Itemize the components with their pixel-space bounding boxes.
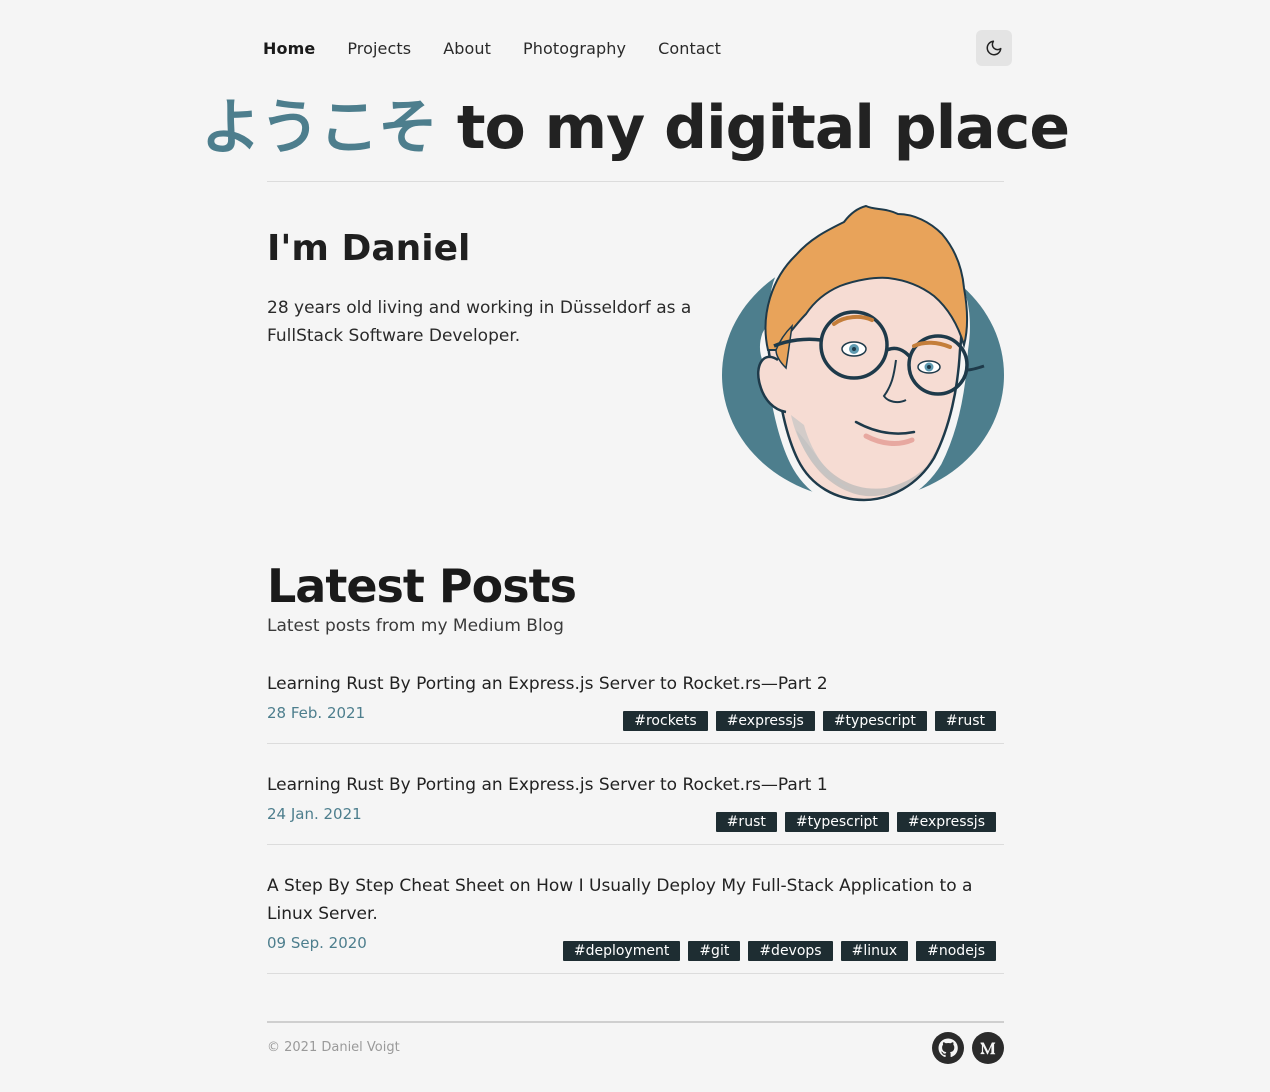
- post-item: A Step By Step Cheat Sheet on How I Usua…: [267, 872, 1004, 974]
- post-title-link[interactable]: A Step By Step Cheat Sheet on How I Usua…: [267, 872, 1004, 928]
- tag[interactable]: #rockets: [623, 711, 708, 731]
- tag[interactable]: #devops: [748, 941, 833, 961]
- post-date: 28 Feb. 2021: [267, 704, 366, 722]
- tag[interactable]: #nodejs: [916, 941, 996, 961]
- tag[interactable]: #rust: [715, 812, 777, 832]
- posts-title: Latest Posts: [267, 559, 577, 613]
- post-item: Learning Rust By Porting an Express.js S…: [267, 670, 1004, 744]
- nav-item-contact[interactable]: Contact: [658, 39, 721, 58]
- post-date: 09 Sep. 2020: [267, 934, 367, 952]
- tag[interactable]: #expressjs: [896, 812, 996, 832]
- nav-item-home[interactable]: Home: [263, 39, 315, 58]
- post-tags: #rust #typescript #expressjs: [715, 812, 996, 832]
- tag[interactable]: #expressjs: [715, 711, 815, 731]
- posts-subtitle: Latest posts from my Medium Blog: [267, 616, 564, 636]
- post-tags: #deployment #git #devops #linux #nodejs: [562, 941, 996, 961]
- post-item: Learning Rust By Porting an Express.js S…: [267, 771, 1004, 845]
- divider: [267, 181, 1004, 182]
- nav-item-about[interactable]: About: [443, 39, 491, 58]
- tag[interactable]: #linux: [840, 941, 909, 961]
- github-icon: [932, 1032, 964, 1064]
- github-link[interactable]: [932, 1032, 964, 1064]
- copyright: © 2021 Daniel Voigt: [267, 1040, 400, 1055]
- tag[interactable]: #git: [688, 941, 741, 961]
- intro-text: 28 years old living and working in Düsse…: [267, 298, 692, 346]
- tag[interactable]: #typescript: [822, 711, 927, 731]
- post-date: 24 Jan. 2021: [267, 805, 362, 823]
- hero-accent-text: ようこそ: [200, 93, 438, 163]
- hero-headline: ようこそ to my digital place: [0, 86, 1270, 170]
- medium-icon: [972, 1032, 1004, 1064]
- post-tags: #rockets #expressjs #typescript #rust: [623, 711, 996, 731]
- tag[interactable]: #typescript: [784, 812, 889, 832]
- nav-item-projects[interactable]: Projects: [347, 39, 411, 58]
- nav-links: Home Projects About Photography Contact: [263, 39, 753, 58]
- tag[interactable]: #deployment: [562, 941, 681, 961]
- footer-divider: [267, 1021, 1004, 1023]
- tag[interactable]: #rust: [934, 711, 996, 731]
- avatar-illustration: [722, 204, 1004, 511]
- nav-item-photography[interactable]: Photography: [523, 39, 626, 58]
- avatar: [716, 200, 1008, 512]
- medium-link[interactable]: [972, 1032, 1004, 1064]
- post-title-link[interactable]: Learning Rust By Porting an Express.js S…: [267, 670, 1004, 698]
- intro-title: I'm Daniel: [267, 228, 471, 269]
- top-nav: Home Projects About Photography Contact: [263, 30, 1012, 66]
- hero-rest-text: to my digital place: [436, 93, 1070, 163]
- post-title-link[interactable]: Learning Rust By Porting an Express.js S…: [267, 771, 1004, 799]
- theme-toggle-button[interactable]: [976, 30, 1012, 66]
- moon-icon: [986, 40, 1002, 56]
